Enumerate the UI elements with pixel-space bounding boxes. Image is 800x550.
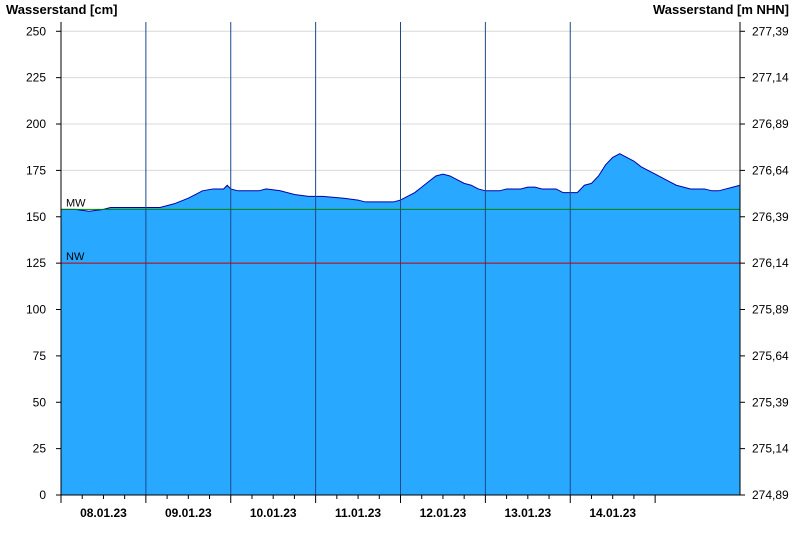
x-day-label: 12.01.23 (420, 506, 467, 520)
left-tick-label: 100 (26, 303, 46, 317)
right-tick-label: 275,39 (752, 395, 789, 409)
reference-label-nw: NW (66, 251, 85, 263)
x-axis-ticks: 08.01.23 09.01.23 10.01.23 11.01.23 12.01.23… (60, 495, 656, 520)
left-tick-label: 225 (26, 71, 46, 85)
x-day-label: 09.01.23 (165, 506, 212, 520)
right-axis-title: Wasserstand [m NHN] (653, 2, 789, 17)
right-tick-label: 276,64 (752, 163, 789, 177)
x-day-label: 14.01.23 (589, 506, 636, 520)
right-tick-label: 275,64 (752, 349, 789, 363)
right-tick-label: 275,89 (752, 303, 789, 317)
x-day-label: 08.01.23 (80, 506, 127, 520)
right-tick-label: 275,14 (752, 442, 789, 456)
water-level-chart: Wasserstand [cm] Wasserstand [m NHN] MW N… (6, 2, 789, 520)
left-axis-ticks: 0 25 50 75 100 125 150 175 200 225 250 (26, 24, 61, 502)
left-tick-label: 250 (26, 24, 46, 38)
left-tick-label: 200 (26, 117, 46, 131)
right-tick-label: 276,39 (752, 210, 789, 224)
x-day-label: 10.01.23 (250, 506, 297, 520)
right-tick-label: 277,39 (752, 24, 789, 38)
left-tick-label: 25 (33, 442, 47, 456)
x-day-label: 13.01.23 (504, 506, 551, 520)
left-tick-label: 125 (26, 256, 46, 270)
x-day-label: 11.01.23 (335, 506, 381, 520)
right-tick-label: 277,14 (752, 71, 789, 85)
left-axis-title: Wasserstand [cm] (6, 2, 118, 17)
left-tick-label: 50 (33, 395, 47, 409)
right-tick-label: 276,89 (752, 117, 789, 131)
right-tick-label: 276,14 (752, 256, 789, 270)
right-tick-label: 274,89 (752, 488, 789, 502)
left-tick-label: 150 (26, 210, 46, 224)
right-axis-ticks: 274,89 275,14 275,39 275,64 275,89 276,14 276,… (740, 24, 789, 502)
left-tick-label: 175 (26, 163, 46, 177)
reference-label-mw: MW (66, 197, 86, 209)
left-tick-label: 75 (33, 349, 47, 363)
left-tick-label: 0 (39, 488, 46, 502)
